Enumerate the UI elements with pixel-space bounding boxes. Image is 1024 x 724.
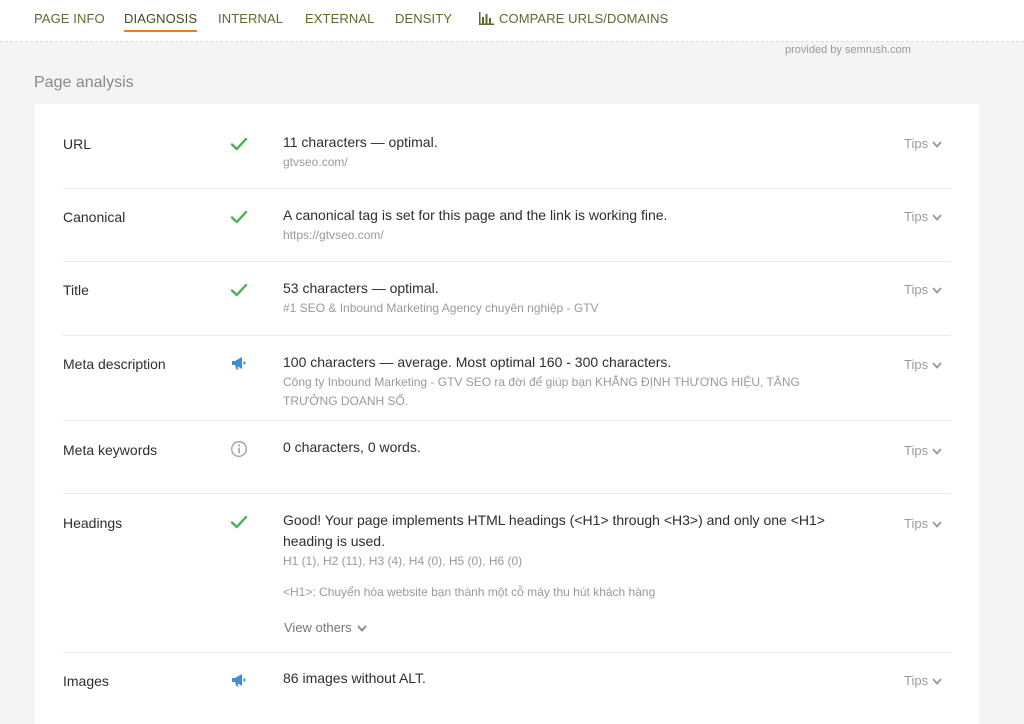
megaphone-icon xyxy=(232,357,246,370)
tab-density[interactable]: DENSITY xyxy=(395,11,452,26)
tips-label: Tips xyxy=(904,673,929,688)
row-label: Title xyxy=(63,282,89,298)
h1-text: <H1>: Chuyển hóa website bạn thành một c… xyxy=(283,585,656,599)
info-icon xyxy=(231,441,247,457)
check-icon xyxy=(230,210,248,224)
tips-toggle[interactable]: Tips xyxy=(904,357,942,372)
analysis-row-canonical: Canonical A canonical tag is set for thi… xyxy=(63,189,951,262)
row-sub-text: H1 (1), H2 (11), H3 (4), H4 (0), H5 (0),… xyxy=(283,554,523,568)
chevron-down-icon xyxy=(932,214,942,221)
row-sub-text: gtvseo.com/ xyxy=(283,155,348,169)
tips-toggle[interactable]: Tips xyxy=(904,443,942,458)
row-main-text: A canonical tag is set for this page and… xyxy=(283,207,668,223)
provided-by-credit: provided by semrush.com xyxy=(785,44,911,56)
view-others-label: View others xyxy=(284,620,352,635)
check-icon xyxy=(230,137,248,151)
tab-compare-urls[interactable]: COMPARE URLS/DOMAINS xyxy=(479,11,668,26)
chevron-down-icon xyxy=(932,141,942,148)
analysis-row-url: URL 11 characters — optimal. gtvseo.com/… xyxy=(63,104,951,189)
tips-label: Tips xyxy=(904,136,929,151)
analysis-row-meta-keywords: Meta keywords 0 characters, 0 words. Tip… xyxy=(63,421,951,494)
row-label: Headings xyxy=(63,515,123,531)
megaphone-icon xyxy=(232,674,246,687)
row-main-text: 53 characters — optimal. xyxy=(283,280,439,296)
section-title: Page analysis xyxy=(34,74,134,91)
tab-external[interactable]: EXTERNAL xyxy=(305,11,374,26)
row-main-text: 100 characters — average. Most optimal 1… xyxy=(283,354,672,370)
tips-label: Tips xyxy=(904,516,929,531)
row-main-text: 86 images without ALT. xyxy=(283,670,426,686)
row-label: Meta description xyxy=(63,356,166,372)
view-others-link[interactable]: View others xyxy=(284,620,367,635)
bar-chart-icon xyxy=(479,12,494,25)
chevron-down-icon xyxy=(932,678,942,685)
row-label: Meta keywords xyxy=(63,442,158,458)
row-label: Images xyxy=(63,673,109,689)
tips-toggle[interactable]: Tips xyxy=(904,516,942,531)
tips-label: Tips xyxy=(904,443,929,458)
row-main-text: Good! Your page implements HTML headings… xyxy=(283,512,825,549)
page-analysis-card: URL 11 characters — optimal. gtvseo.com/… xyxy=(35,104,979,724)
analysis-row-title: Title 53 characters — optimal. #1 SEO & … xyxy=(63,262,951,336)
tab-diagnosis[interactable]: DIAGNOSIS xyxy=(124,11,198,32)
chevron-down-icon xyxy=(932,521,942,528)
check-icon xyxy=(230,283,248,297)
analysis-row-images: Images 86 images without ALT. Tips xyxy=(63,653,951,713)
row-main-text: 0 characters, 0 words. xyxy=(283,439,421,455)
tab-internal[interactable]: INTERNAL xyxy=(218,11,283,26)
row-sub-text: #1 SEO & Inbound Marketing Agency chuyên… xyxy=(283,301,599,315)
row-label: Canonical xyxy=(63,209,126,225)
chevron-down-icon xyxy=(357,625,367,632)
tips-toggle[interactable]: Tips xyxy=(904,282,942,297)
chevron-down-icon xyxy=(932,287,942,294)
tips-label: Tips xyxy=(904,282,929,297)
chevron-down-icon xyxy=(932,448,942,455)
tab-bar: PAGE INFO DIAGNOSIS INTERNAL EXTERNAL DE… xyxy=(0,0,1024,42)
tips-label: Tips xyxy=(904,209,929,224)
tab-compare-urls-label: COMPARE URLS/DOMAINS xyxy=(499,11,669,26)
row-sub-text: Công ty Inbound Marketing - GTV SEO ra đ… xyxy=(283,375,800,408)
check-icon xyxy=(230,515,248,529)
chevron-down-icon xyxy=(932,362,942,369)
row-sub-text: https://gtvseo.com/ xyxy=(283,228,384,242)
row-label: URL xyxy=(63,136,92,152)
tips-toggle[interactable]: Tips xyxy=(904,673,942,688)
row-main-text: 11 characters — optimal. xyxy=(283,134,438,150)
tips-label: Tips xyxy=(904,357,929,372)
analysis-row-headings: Headings Good! Your page implements HTML… xyxy=(63,494,951,653)
tab-page-info[interactable]: PAGE INFO xyxy=(34,11,105,26)
tips-toggle[interactable]: Tips xyxy=(904,136,942,151)
analysis-row-meta-description: Meta description 100 characters — averag… xyxy=(63,336,951,421)
tips-toggle[interactable]: Tips xyxy=(904,209,942,224)
